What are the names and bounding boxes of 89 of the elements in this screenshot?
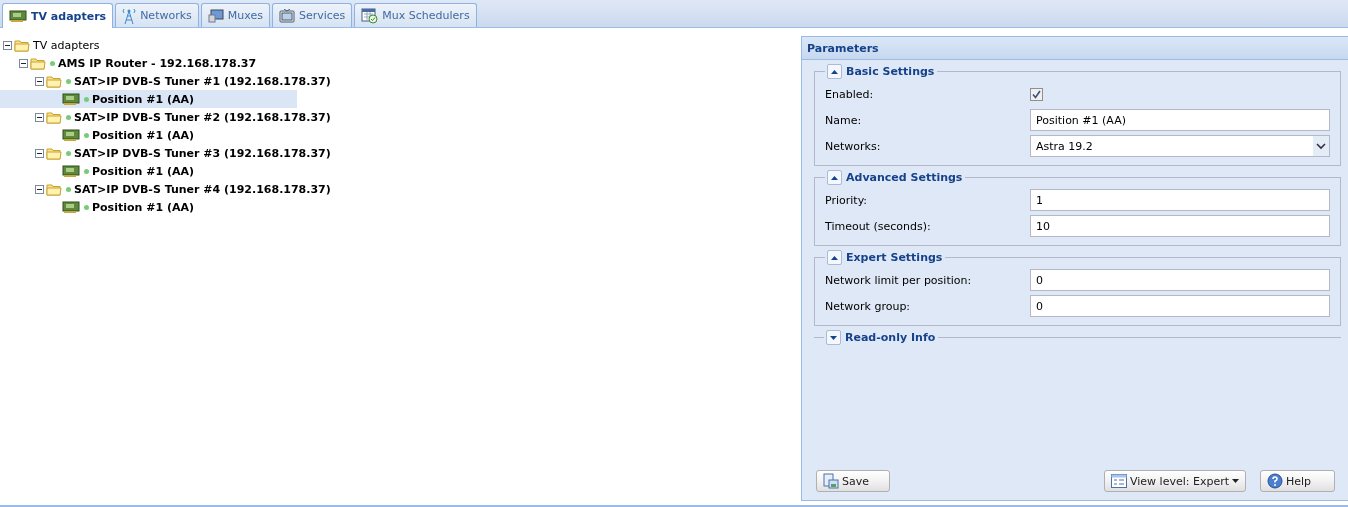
card-icon (62, 93, 80, 105)
field-label: Enabled: (825, 87, 875, 101)
field-label: Networks: (825, 139, 882, 153)
tree-item[interactable]: SAT>IP DVB-S Tuner #2 (192.168.178.37) (0, 108, 337, 126)
panel-title: Parameters (802, 37, 1348, 60)
tree-item[interactable]: AMS IP Router - 192.168.178.37 (0, 54, 297, 72)
collapse-icon[interactable] (35, 112, 44, 122)
status-dot (66, 150, 71, 156)
collapse-button[interactable] (827, 250, 842, 265)
field-label: Timeout (seconds): (825, 219, 932, 233)
collapse-button[interactable] (827, 64, 842, 79)
text-field[interactable]: Position #1 (AA) (1030, 109, 1330, 131)
collapse-icon[interactable] (35, 148, 44, 158)
text-field[interactable]: 1 (1030, 189, 1330, 211)
status-dot (84, 132, 89, 138)
expand-button[interactable] (826, 330, 841, 345)
tab[interactable]: Services (271, 3, 353, 27)
checkbox[interactable] (1030, 87, 1043, 101)
tree-label: Position #1 (AA) (92, 200, 194, 214)
status-dot (84, 168, 89, 174)
help-button[interactable]: Help (1260, 470, 1335, 492)
tree-item[interactable]: Position #1 (AA) (0, 162, 297, 180)
group-title: Advanced Settings (846, 171, 963, 184)
antenna-icon (122, 7, 137, 24)
up-triangle-icon (831, 175, 838, 180)
tree-item[interactable]: TV adapters (0, 36, 297, 54)
folder-icon (46, 74, 62, 88)
tree-label: Position #1 (AA) (92, 92, 194, 106)
tree-item[interactable]: SAT>IP DVB-S Tuner #3 (192.168.178.37) (0, 144, 337, 162)
tree-item[interactable]: SAT>IP DVB-S Tuner #1 (192.168.178.37) (0, 72, 337, 90)
status-dot (84, 204, 89, 210)
up-triangle-icon (831, 69, 838, 74)
group-title: Expert Settings (846, 251, 943, 264)
list-icon (1111, 474, 1127, 488)
tree-label: AMS IP Router - 192.168.178.37 (58, 56, 257, 70)
monitor-icon (207, 8, 224, 23)
tree-item[interactable]: Position #1 (AA) (0, 90, 297, 108)
tab[interactable]: TV adapters (2, 3, 114, 28)
group-title: Read-only Info (845, 331, 936, 344)
card-icon (9, 10, 27, 22)
folder-icon (46, 110, 62, 124)
field-label: Network limit per position: (825, 273, 973, 287)
tree-item[interactable]: Position #1 (AA) (0, 198, 297, 216)
tree-label: TV adapters (33, 38, 100, 52)
tree-label: SAT>IP DVB-S Tuner #4 (192.168.178.37) (74, 182, 331, 196)
view-level-button[interactable]: View level: Expert (1104, 470, 1246, 492)
calendar-icon (361, 7, 379, 24)
tree-label: SAT>IP DVB-S Tuner #3 (192.168.178.37) (74, 146, 331, 160)
folder-icon (14, 38, 30, 52)
text-field[interactable]: 0 (1030, 295, 1330, 317)
down-triangle-icon (830, 335, 837, 340)
tab[interactable]: Mux Schedulers (354, 3, 477, 27)
collapse-icon[interactable] (35, 184, 44, 194)
collapse-icon[interactable] (3, 40, 12, 50)
status-dot (66, 78, 71, 84)
folder-icon (46, 182, 62, 196)
status-dot (66, 114, 71, 120)
tree-label: Position #1 (AA) (92, 128, 194, 142)
tab[interactable]: Muxes (200, 3, 270, 27)
folder-icon (30, 56, 46, 70)
dropdown[interactable]: Astra 19.2 (1030, 135, 1330, 157)
field-label: Network group: (825, 299, 912, 313)
field-label: Name: (825, 113, 863, 127)
tree-label: SAT>IP DVB-S Tuner #1 (192.168.178.37) (74, 74, 331, 88)
caret-icon (1232, 479, 1239, 483)
card-icon (62, 201, 80, 213)
text-field[interactable]: 0 (1030, 269, 1330, 291)
status-dot (50, 60, 55, 66)
text-field[interactable]: 10 (1030, 215, 1330, 237)
tab[interactable]: Networks (115, 3, 199, 27)
tv-icon (278, 8, 295, 23)
collapse-button[interactable] (827, 170, 842, 185)
collapse-icon[interactable] (19, 58, 28, 68)
tree-item[interactable]: Position #1 (AA) (0, 126, 297, 144)
field-label: Priority: (825, 193, 869, 207)
status-dot (66, 186, 71, 192)
group-title: Basic Settings (846, 65, 935, 78)
tree-label: SAT>IP DVB-S Tuner #2 (192.168.178.37) (74, 110, 331, 124)
tree-item[interactable]: SAT>IP DVB-S Tuner #4 (192.168.178.37) (0, 180, 337, 198)
save-button[interactable]: Save (816, 470, 890, 492)
up-triangle-icon (831, 255, 838, 260)
help-icon (1267, 473, 1283, 489)
folder-icon (46, 146, 62, 160)
tree-label: Position #1 (AA) (92, 164, 194, 178)
card-icon (62, 165, 80, 177)
collapse-icon[interactable] (35, 76, 44, 86)
status-dot (84, 96, 89, 102)
save-icon (823, 473, 839, 489)
card-icon (62, 129, 80, 141)
